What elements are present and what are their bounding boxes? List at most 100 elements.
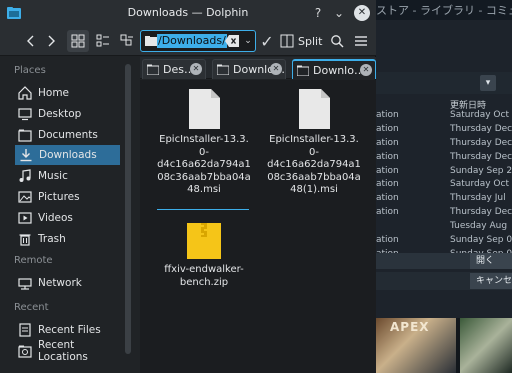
file-view[interactable]: EpicInstaller-13.3. 0- d4c16a62da794a1 0… xyxy=(140,80,376,373)
sidebar-item-label: Documents xyxy=(38,128,98,141)
sidebar-section-header: Remote xyxy=(14,255,53,267)
background-row-type: ation xyxy=(376,151,399,162)
tab-downloads[interactable]: Downlo… ✕ xyxy=(212,59,286,79)
tab-close-icon[interactable]: ✕ xyxy=(270,63,282,75)
back-button[interactable] xyxy=(20,30,42,52)
background-row-date: Thursday Dec xyxy=(450,137,512,148)
tab-desktop[interactable]: Des… ✕ xyxy=(142,59,206,79)
grid-view-icon xyxy=(71,34,85,48)
title-bar[interactable]: Downloads — Dolphin ? ⌄ ✕ xyxy=(0,0,376,26)
trash-icon xyxy=(19,233,31,246)
toolbar: /Downloads/ ⌄ ✓ Split xyxy=(0,26,376,56)
recent-locations-icon xyxy=(18,345,32,358)
sidebar-item-pictures[interactable]: Pictures xyxy=(14,187,120,207)
background-row-date: Saturday Oct xyxy=(450,179,509,190)
icons-view-button[interactable] xyxy=(67,30,89,52)
location-path-input[interactable]: /Downloads/ xyxy=(157,34,227,48)
background-list-row[interactable]: ation Thursday Dec xyxy=(376,138,512,152)
sidebar-item-videos[interactable]: Videos xyxy=(14,208,120,228)
background-list-row[interactable]: ation Sunday Sep 2 xyxy=(376,166,512,180)
background-row-date: Thursday Dec xyxy=(450,151,512,162)
tab-close-icon[interactable]: ✕ xyxy=(360,64,372,76)
location-bar[interactable]: /Downloads/ ⌄ xyxy=(140,30,256,52)
file-name-line: ffxiv-endwalker- xyxy=(164,264,244,275)
background-row-type: ation xyxy=(376,165,399,176)
downloads-icon xyxy=(20,149,32,162)
sidebar-item-recent-locations[interactable]: Recent Locations xyxy=(14,339,120,363)
background-list-row[interactable]: ation Sunday Sep 0 xyxy=(376,235,512,249)
folder-icon xyxy=(147,64,159,75)
document-icon xyxy=(299,89,330,129)
selection-indicator xyxy=(157,209,249,210)
split-button[interactable]: Split xyxy=(280,30,322,52)
file-item[interactable]: ffxiv-endwalker- bench.zip xyxy=(154,222,254,289)
screen: ストア - ライブラリ - コミュニティ - LOGOUT ▾ 更新日時 ati… xyxy=(0,0,512,373)
tab-downloads-active[interactable]: Downlo… ✕ xyxy=(292,59,376,79)
forward-button[interactable] xyxy=(40,30,62,52)
file-item[interactable]: EpicInstaller-13.3. 0- d4c16a62da794a1 0… xyxy=(154,88,254,197)
game-thumbnail[interactable] xyxy=(460,318,512,373)
background-list-row[interactable]: ation Thursday Jul xyxy=(376,193,512,207)
home-icon xyxy=(18,86,32,100)
background-row-date: Thursday Dec xyxy=(450,207,512,218)
sidebar-item-downloads[interactable]: Downloads xyxy=(15,145,120,166)
sidebar-item-music[interactable]: Music xyxy=(14,166,120,186)
music-icon xyxy=(19,169,31,183)
file-name: ffxiv-endwalker- bench.zip xyxy=(154,264,254,289)
tab-close-icon[interactable]: ✕ xyxy=(190,63,202,75)
background-list-row[interactable]: ation Thursday Dec xyxy=(376,207,512,221)
sidebar-item-label: Music xyxy=(38,170,68,183)
confirm-location-button[interactable]: ✓ xyxy=(256,30,278,52)
folder-icon xyxy=(297,65,309,76)
pictures-icon xyxy=(18,191,32,203)
sidebar-item-label: Trash xyxy=(38,232,66,245)
sidebar-item-network[interactable]: Network xyxy=(14,273,120,293)
sidebar-item-recent-files[interactable]: Recent Files xyxy=(14,320,120,340)
location-dropdown-button[interactable]: ⌄ xyxy=(242,33,254,49)
background-dropdown-button[interactable]: ▾ xyxy=(480,75,496,91)
sidebar-item-label: Videos xyxy=(38,211,73,224)
videos-icon xyxy=(18,212,32,224)
background-row-date: Sunday Sep 2 xyxy=(450,165,512,176)
game-thumbnail[interactable]: APEX xyxy=(376,318,456,373)
sidebar-item-desktop[interactable]: Desktop xyxy=(14,104,120,124)
minimize-button[interactable]: ⌄ xyxy=(331,4,347,22)
recent-files-icon xyxy=(19,323,31,337)
background-row-type: ation xyxy=(376,207,399,218)
sidebar-section-header: Places xyxy=(14,65,46,76)
hamburger-menu-button[interactable] xyxy=(350,30,372,52)
details-view-button[interactable] xyxy=(116,30,138,52)
background-list-row[interactable]: ation Thursday Dec xyxy=(376,124,512,138)
sidebar-scrollbar[interactable] xyxy=(125,64,131,354)
chevron-left-icon xyxy=(27,35,34,47)
checkmark-icon: ✓ xyxy=(260,31,274,51)
file-name-line: 0- xyxy=(199,146,209,158)
file-name-line: d4c16a62da794a1 xyxy=(157,159,251,171)
background-list-row[interactable]: ation Thursday Dec xyxy=(376,152,512,166)
sidebar-item-label: Downloads xyxy=(39,149,97,162)
background-thumbnails: APEX xyxy=(376,318,512,373)
close-button[interactable]: ✕ xyxy=(354,5,370,21)
background-row-type: ation xyxy=(376,193,399,204)
background-row-date: Saturday Oct xyxy=(450,110,509,120)
background-list-row[interactable]: Tuesday Aug xyxy=(376,221,512,235)
background-cancel-button[interactable]: キャンセル xyxy=(470,273,512,289)
help-button[interactable]: ? xyxy=(310,4,326,22)
chevron-right-icon xyxy=(48,35,55,47)
file-item[interactable]: EpicInstaller-13.3. 0- d4c16a62da794a1 0… xyxy=(264,88,364,197)
background-list-row[interactable]: ation Saturday Oct xyxy=(376,110,512,124)
sidebar-item-trash[interactable]: Trash xyxy=(14,229,120,249)
file-name-line: 08c36aab7bba04a xyxy=(267,171,361,183)
sidebar-item-documents[interactable]: Documents xyxy=(14,125,120,145)
places-sidebar: Places Home Desktop Documents Downloads Music… xyxy=(0,57,122,373)
background-list-row[interactable]: ation Saturday Oct xyxy=(376,179,512,193)
background-row-type: ation xyxy=(376,110,399,120)
dolphin-window: Downloads — Dolphin ? ⌄ ✕ /Downloads/ ⌄ … xyxy=(0,0,376,373)
sidebar-item-home[interactable]: Home xyxy=(14,83,120,103)
compact-view-button[interactable] xyxy=(92,30,114,52)
background-open-button[interactable]: 開く xyxy=(470,253,512,269)
search-button[interactable] xyxy=(326,30,348,52)
clear-location-icon[interactable] xyxy=(225,35,239,47)
background-row-date: Sunday Sep 0 xyxy=(450,235,512,246)
background-row-date: Thursday Jul xyxy=(450,193,506,204)
